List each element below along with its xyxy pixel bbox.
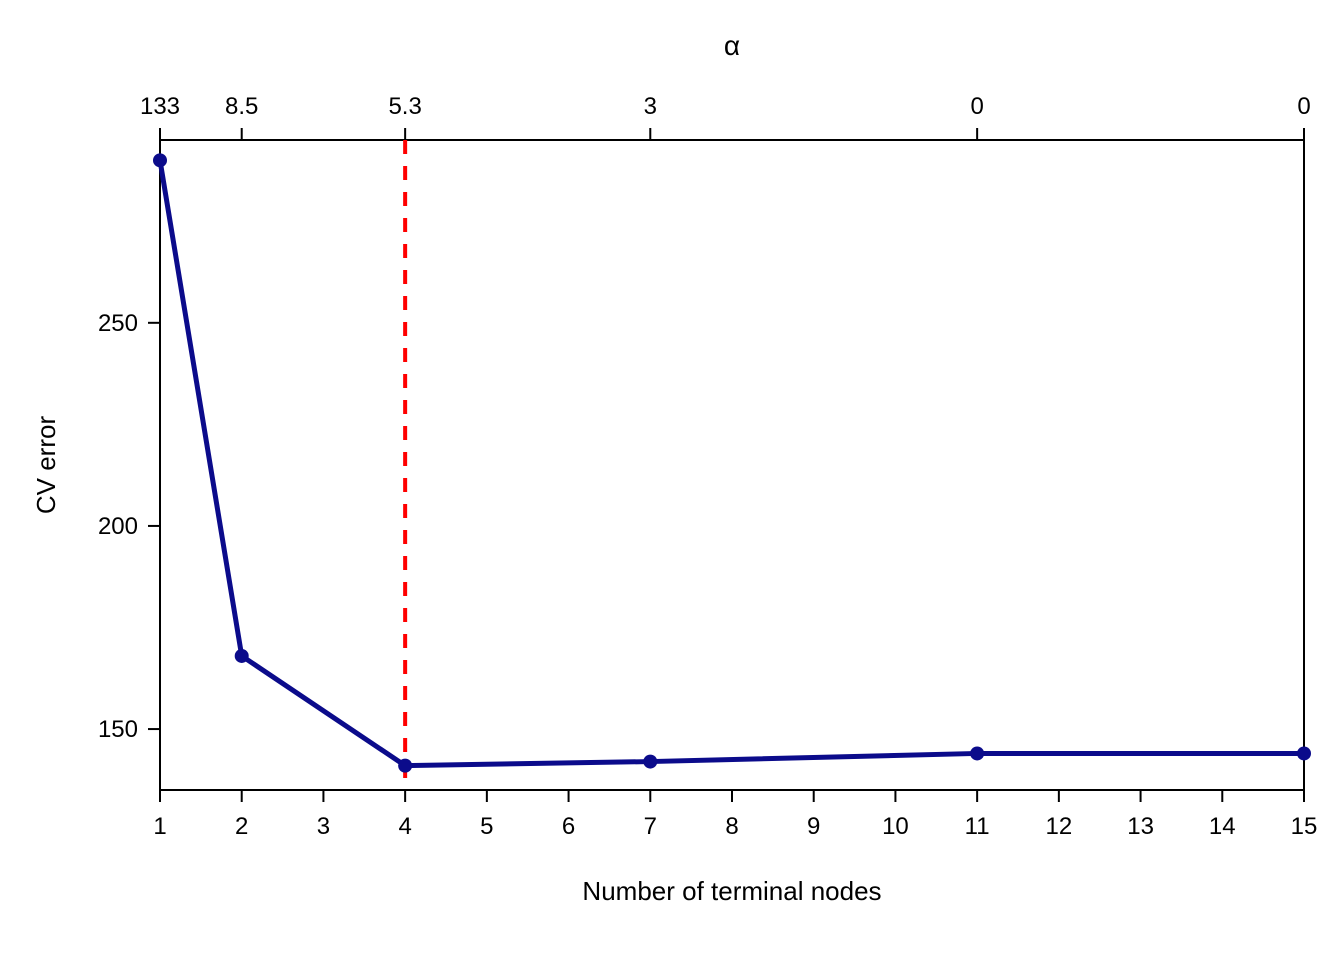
- top-tick-label: 3: [644, 93, 657, 120]
- x-axis-label: Number of terminal nodes: [582, 876, 881, 906]
- x-tick-label: 3: [317, 813, 330, 840]
- data-point: [235, 649, 249, 663]
- data-points: [153, 153, 1311, 772]
- plot-box: [160, 140, 1304, 790]
- x-tick-label: 10: [882, 813, 909, 840]
- data-point: [153, 153, 167, 167]
- data-line: [160, 160, 1304, 765]
- top-axis-title: α: [724, 30, 740, 61]
- top-tick-label: 0: [1297, 93, 1310, 120]
- y-tick-label: 250: [98, 310, 138, 337]
- x-tick-label: 2: [235, 813, 248, 840]
- top-tick-label: 8.5: [225, 93, 258, 120]
- x-tick-label: 1: [153, 813, 166, 840]
- y-tick-label: 150: [98, 716, 138, 743]
- x-tick-label: 12: [1046, 813, 1073, 840]
- x-ticks: 123456789101112131415: [153, 790, 1317, 840]
- x-tick-label: 4: [398, 813, 411, 840]
- x-tick-label: 7: [644, 813, 657, 840]
- y-ticks: 150 200 250: [98, 310, 160, 743]
- top-tick-label: 0: [970, 93, 983, 120]
- y-axis-label: CV error: [31, 416, 61, 515]
- y-tick-label: 200: [98, 513, 138, 540]
- x-tick-label: 13: [1127, 813, 1154, 840]
- top-tick-label: 5.3: [388, 93, 421, 120]
- data-point: [398, 759, 412, 773]
- x-tick-label: 9: [807, 813, 820, 840]
- x-tick-label: 15: [1291, 813, 1318, 840]
- x-tick-label: 11: [965, 813, 990, 840]
- data-point: [1297, 746, 1311, 760]
- top-alpha-ticks: 133 8.5 5.3 3 0 0: [140, 93, 1311, 140]
- data-point: [643, 755, 657, 769]
- x-tick-label: 14: [1209, 813, 1236, 840]
- x-tick-label: 5: [480, 813, 493, 840]
- cv-error-chart: 123456789101112131415 150200250 1338.55.…: [0, 0, 1344, 960]
- data-point: [970, 746, 984, 760]
- x-tick-label: 6: [562, 813, 575, 840]
- top-tick-label: 133: [140, 93, 180, 120]
- x-tick-label: 8: [725, 813, 738, 840]
